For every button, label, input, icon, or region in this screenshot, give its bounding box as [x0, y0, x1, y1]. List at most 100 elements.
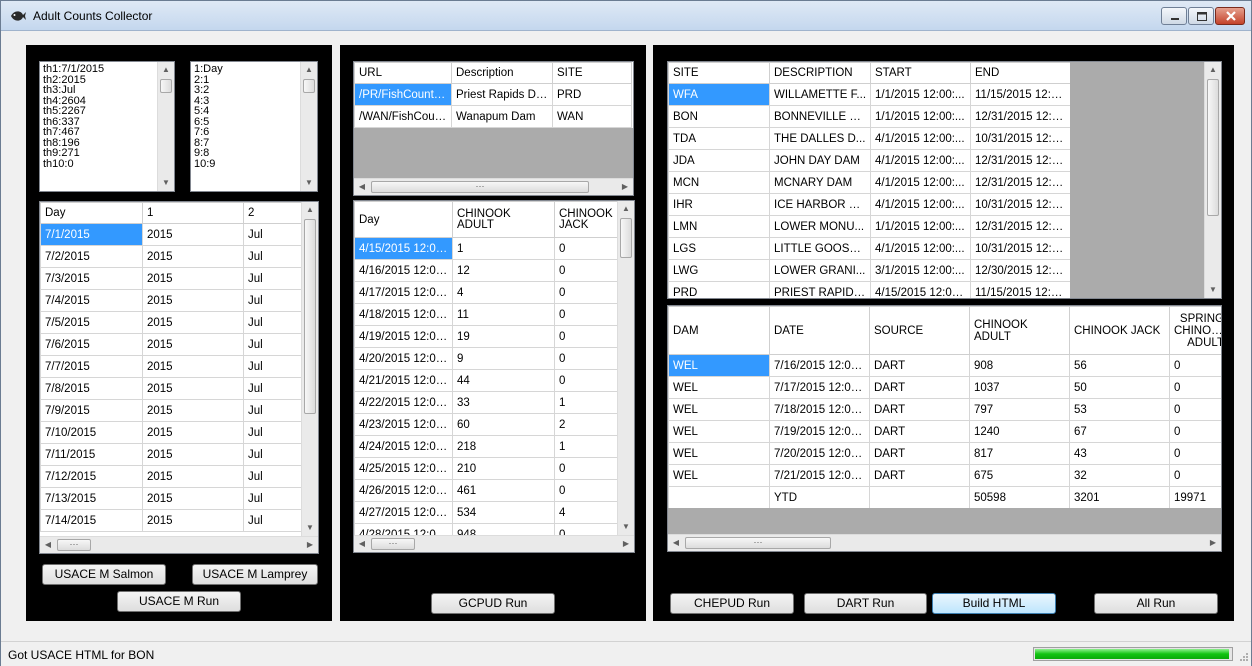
grid-cell[interactable]: 7/18/2015 12:00...: [769, 398, 870, 421]
grid-cell[interactable]: ICE HARBOR D...: [769, 193, 871, 216]
grid-cell[interactable]: 7/6/2015: [40, 333, 143, 356]
table-row[interactable]: 7/9/2015 2015 Jul: [40, 399, 304, 422]
grid-horizontal-scrollbar[interactable]: ◀ ··· ▶: [354, 535, 634, 552]
table-row[interactable]: 7/7/2015 2015 Jul: [40, 355, 304, 378]
chepud-run-button[interactable]: CHEPUD Run: [670, 593, 794, 614]
table-row[interactable]: 4/27/2015 12:00... 534 4: [354, 501, 620, 524]
grid-cell[interactable]: 2015: [142, 311, 244, 334]
grid-cell[interactable]: WEL: [668, 442, 770, 465]
scroll-thumb[interactable]: ···: [371, 181, 589, 193]
table-row[interactable]: 4/18/2015 12:00... 11 0: [354, 303, 620, 326]
table-row[interactable]: 4/21/2015 12:00... 44 0: [354, 369, 620, 392]
scroll-right-icon[interactable]: ▶: [617, 179, 633, 195]
scroll-right-icon[interactable]: ▶: [302, 537, 318, 553]
table-row[interactable]: 7/12/2015 2015 Jul: [40, 465, 304, 488]
column-header[interactable]: SITE: [552, 62, 632, 84]
grid-cell[interactable]: 53: [1069, 398, 1170, 421]
grid-cell[interactable]: 1037: [969, 376, 1070, 399]
grid-cell[interactable]: 817: [969, 442, 1070, 465]
table-row[interactable]: 7/13/2015 2015 Jul: [40, 487, 304, 510]
grid-cell[interactable]: 50: [1069, 376, 1170, 399]
grid-cell[interactable]: 7/4/2015: [40, 289, 143, 312]
grid-cell[interactable]: Jul: [243, 355, 304, 378]
grid-cell[interactable]: 1/1/2015 12:00:...: [870, 83, 971, 106]
scroll-down-icon[interactable]: ▼: [1205, 282, 1221, 298]
grid-cell[interactable]: 210: [452, 457, 555, 480]
list-item[interactable]: 5:4: [194, 106, 223, 117]
grid-cell[interactable]: 1: [554, 435, 620, 458]
grid-cell[interactable]: BON: [668, 105, 770, 128]
grid-cell[interactable]: DART: [869, 376, 970, 399]
grid-cell[interactable]: 4/18/2015 12:00...: [354, 303, 453, 326]
grid-cell[interactable]: 4/20/2015 12:00...: [354, 347, 453, 370]
table-row[interactable]: TDA THE DALLES D... 4/1/2015 12:00:... 10/3…: [668, 127, 1071, 150]
grid-cell[interactable]: 7/12/2015: [40, 465, 143, 488]
table-row[interactable]: 7/3/2015 2015 Jul: [40, 267, 304, 290]
table-row[interactable]: BON BONNEVILLE D... 1/1/2015 12:00:... 12/3…: [668, 105, 1071, 128]
grid-cell[interactable]: 3/1/2015 12:00:...: [870, 259, 971, 282]
column-header[interactable]: CHINOOK ADULT: [452, 201, 555, 238]
column-header[interactable]: CHINOOK ADULT: [969, 306, 1070, 355]
grid-cell[interactable]: 2015: [142, 487, 244, 510]
usace-lamprey-run-button[interactable]: USACE M Lamprey Run: [192, 564, 318, 600]
grid-cell[interactable]: 4/1/2015 12:00:...: [870, 237, 971, 260]
column-header[interactable]: DATE: [769, 306, 870, 355]
list-item[interactable]: 3:2: [194, 85, 223, 96]
maximize-button[interactable]: [1188, 7, 1214, 25]
grid-cell[interactable]: 4/21/2015 12:00...: [354, 369, 453, 392]
grid-cell[interactable]: TDA: [668, 127, 770, 150]
grid-cell[interactable]: WEL: [668, 354, 770, 377]
table-row[interactable]: WEL 7/20/2015 12:00... DART 817 43 0: [668, 442, 1221, 465]
grid-cell[interactable]: Jul: [243, 465, 304, 488]
table-row[interactable]: WFA WILLAMETTE F... 1/1/2015 12:00:... 11/1…: [668, 83, 1071, 106]
grid-cell[interactable]: 4/15/2015 12:00...: [354, 237, 453, 260]
grid-cell[interactable]: WEL: [668, 398, 770, 421]
site-grid[interactable]: SITE DESCRIPTION START END WFA WILLAMETTE…: [667, 61, 1222, 299]
grid-cell[interactable]: 1: [554, 391, 620, 414]
grid-cell[interactable]: 7/14/2015: [40, 509, 143, 532]
grid-cell[interactable]: 4: [554, 501, 620, 524]
usace-day-grid[interactable]: Day 1 2 7/1/2015 2015 Jul 7/2/2015 2015 Jul …: [39, 201, 319, 554]
threshold-list-scrollbar[interactable]: ▲ ▼: [157, 62, 174, 191]
column-header[interactable]: CHINOOK JACK: [1069, 306, 1170, 355]
column-header[interactable]: SPRING CHINOOK ADULT: [1169, 306, 1221, 355]
grid-cell[interactable]: 1240: [969, 420, 1070, 443]
scroll-down-icon[interactable]: ▼: [158, 175, 174, 191]
grid-cell[interactable]: PRIEST RAPIDS...: [769, 281, 871, 298]
grid-cell[interactable]: Wanapum Dam: [451, 105, 553, 128]
table-row[interactable]: 7/14/2015 2015 Jul: [40, 509, 304, 532]
scroll-thumb[interactable]: ···: [685, 537, 831, 549]
table-row[interactable]: 7/2/2015 2015 Jul: [40, 245, 304, 268]
grid-cell[interactable]: Jul: [243, 399, 304, 422]
grid-cell[interactable]: /PR/FishCount-P...: [354, 83, 452, 106]
list-item[interactable]: th7:467: [43, 127, 104, 138]
grid-cell[interactable]: 4/15/2015 12:00...: [870, 281, 971, 298]
grid-cell[interactable]: /WAN/FishCount...: [354, 105, 452, 128]
grid-cell[interactable]: LGS: [668, 237, 770, 260]
grid-cell[interactable]: 4/1/2015 12:00:...: [870, 127, 971, 150]
grid-cell[interactable]: 0: [554, 237, 620, 260]
table-row[interactable]: 4/22/2015 12:00... 33 1: [354, 391, 620, 414]
table-row[interactable]: 4/16/2015 12:00... 12 0: [354, 259, 620, 282]
grid-cell[interactable]: LITTLE GOOSE ...: [769, 237, 871, 260]
grid-cell[interactable]: 7/2/2015: [40, 245, 143, 268]
column-header[interactable]: 2: [243, 202, 304, 224]
table-row[interactable]: 7/4/2015 2015 Jul: [40, 289, 304, 312]
grid-vertical-scrollbar[interactable]: ▲ ▼: [1204, 62, 1221, 298]
list-item[interactable]: 9:8: [194, 148, 223, 159]
table-row[interactable]: LGS LITTLE GOOSE ... 4/1/2015 12:00:... 10/…: [668, 237, 1071, 260]
list-item[interactable]: th3:Jul: [43, 85, 104, 96]
scroll-thumb[interactable]: [1207, 79, 1219, 216]
grid-cell[interactable]: 0: [554, 457, 620, 480]
grid-cell[interactable]: 12/31/2015 12:0...: [970, 171, 1071, 194]
table-row[interactable]: YTD 50598 3201 19971: [668, 486, 1221, 509]
grid-cell[interactable]: 2015: [142, 465, 244, 488]
table-row[interactable]: MCN MCNARY DAM 4/1/2015 12:00:... 12/31/201…: [668, 171, 1071, 194]
grid-cell[interactable]: Jul: [243, 267, 304, 290]
scroll-down-icon[interactable]: ▼: [301, 175, 317, 191]
grid-cell[interactable]: 33: [452, 391, 555, 414]
scroll-thumb[interactable]: [304, 219, 316, 414]
grid-cell[interactable]: YTD: [769, 486, 870, 509]
grid-cell[interactable]: 2015: [142, 509, 244, 532]
grid-cell[interactable]: [869, 486, 970, 509]
